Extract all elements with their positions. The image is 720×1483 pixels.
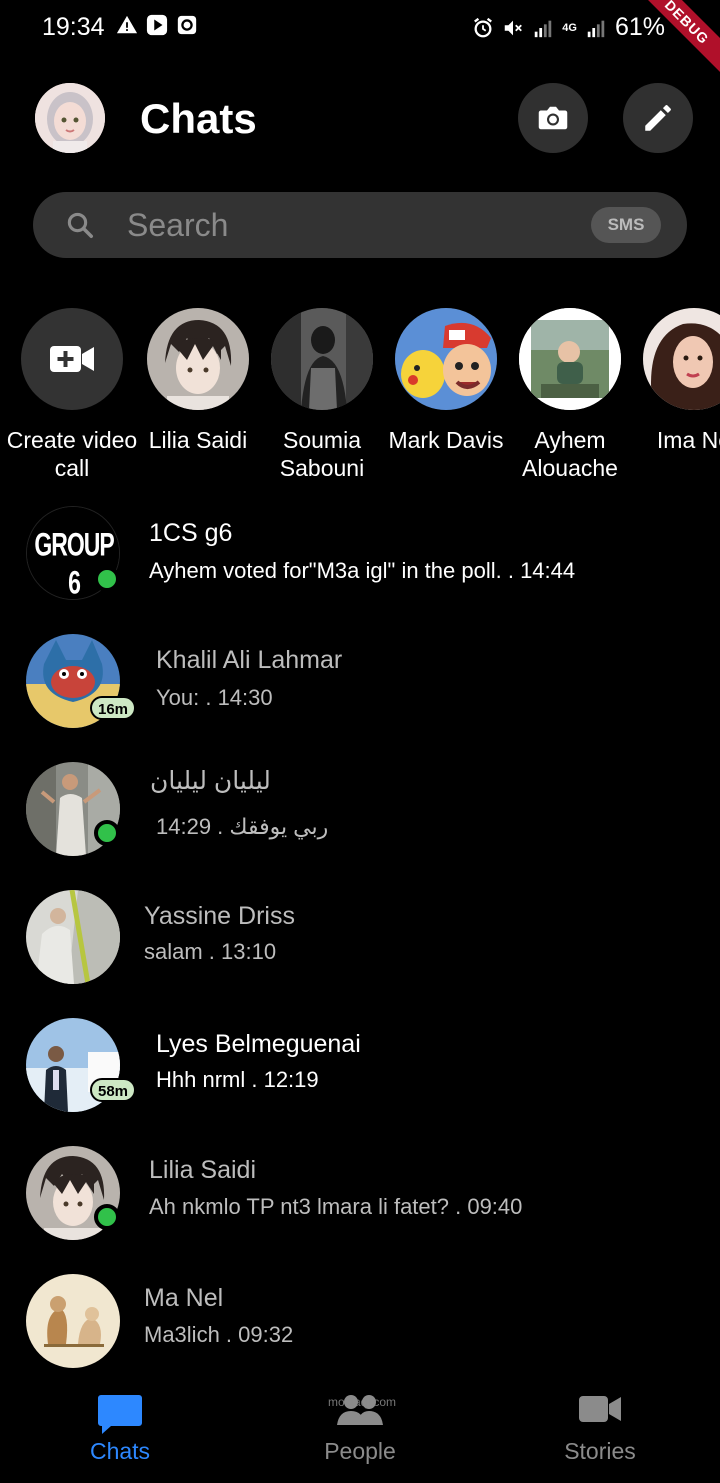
chat-name: Ma Nel [144, 1284, 224, 1312]
video-plus-icon [50, 346, 94, 372]
story-avatar [147, 308, 249, 410]
tab-stories-label: Stories [564, 1438, 636, 1464]
chat-row[interactable]: 58m Lyes Belmeguenai Hhh nrml . 12:19 [0, 1014, 720, 1124]
chat-name: Khalil Ali Lahmar [156, 646, 343, 674]
network-type: 4G [562, 21, 577, 34]
chat-preview: salam . 13:10 [144, 939, 277, 964]
story-label: Create video call [6, 427, 138, 481]
story-soumia-sabouni[interactable]: Soumia Sabouni [252, 308, 392, 482]
story-label: Ayhem Alouache [522, 427, 618, 481]
tab-people-label: People [324, 1438, 396, 1464]
story-mark-davis[interactable]: Mark Davis [376, 308, 516, 454]
photo-avatar [26, 890, 120, 984]
tab-chats-label: Chats [89, 1438, 151, 1464]
story-label: Soumia Sabouni [279, 427, 365, 481]
online-indicator [94, 820, 120, 846]
chat-row[interactable]: Yassine Driss salam . 13:10 [0, 886, 720, 996]
illustration-avatar [26, 1274, 120, 1368]
chat-preview: You: . 14:30 [156, 685, 273, 710]
story-ayhem-alouache[interactable]: Ayhem Alouache [500, 308, 640, 482]
story-avatar [643, 308, 720, 410]
chat-preview: Ah nkmlo TP nt3 lmara li fatet? . 09:40 [149, 1194, 523, 1219]
chat-row[interactable]: GROUP 6 1CS g6 Ayhem voted for"M3a igl" … [0, 502, 720, 612]
story-label: Lilia Saidi [148, 427, 248, 453]
photo-avatar [519, 308, 621, 410]
chat-avatar [26, 890, 120, 984]
chat-preview: Ma3lich . 09:32 [144, 1322, 294, 1347]
chat-name: Lilia Saidi [149, 1156, 257, 1184]
profile-avatar-image [35, 83, 105, 153]
active-time-badge: 58m [90, 1078, 137, 1102]
status-bar: 19:34 4G 61% DEBUG [0, 0, 720, 84]
warning-icon [116, 15, 138, 34]
watermark: mostaql.com [327, 1395, 397, 1409]
chat-preview: Hhh nrml . 12:19 [156, 1067, 319, 1092]
camera-button[interactable] [518, 83, 588, 153]
play-icon [146, 14, 168, 36]
profile-avatar[interactable] [35, 83, 105, 153]
chat-name: Yassine Driss [144, 902, 295, 930]
online-indicator [94, 1204, 120, 1230]
chat-name: Lyes Belmeguenai [156, 1030, 361, 1058]
story-avatar [271, 308, 373, 410]
photo-avatar [271, 308, 373, 410]
chat-name: ليليان ليليان [150, 767, 271, 795]
camera-icon [538, 106, 568, 130]
battery-percent: 61% [614, 13, 665, 41]
story-label: Ima No [656, 427, 720, 453]
page-title: Chats [140, 95, 257, 142]
alarm-icon [474, 17, 493, 37]
pencil-icon [645, 105, 671, 131]
header: Chats [0, 80, 720, 160]
photo-avatar [643, 308, 720, 410]
chat-row[interactable]: Ma Nel Ma3lich . 09:32 [0, 1270, 720, 1380]
chat-row[interactable]: 16m Khalil Ali Lahmar You: . 14:30 [0, 630, 720, 740]
chat-preview: Ayhem voted for"M3a igl" in the poll. . … [149, 558, 576, 583]
cartoon-avatar [395, 308, 497, 410]
active-time-badge: 16m [90, 696, 137, 720]
story-avatar [519, 308, 621, 410]
story-label: Mark Davis [388, 427, 504, 453]
chat-row[interactable]: Lilia Saidi Ah nkmlo TP nt3 lmara li fat… [0, 1142, 720, 1252]
search-input[interactable] [127, 202, 567, 248]
tab-chats[interactable]: Chats [20, 1383, 220, 1483]
signal-icon [535, 20, 552, 37]
app-icon [177, 15, 197, 35]
signal-icon-2 [587, 20, 605, 37]
tab-stories[interactable]: Stories [500, 1383, 700, 1483]
system-icons: 4G 61% [472, 13, 665, 42]
anime-avatar [147, 308, 249, 410]
video-camera-icon [579, 1396, 621, 1422]
mute-icon [505, 20, 523, 35]
status-time: 19:34 [42, 13, 105, 41]
notification-icons [116, 14, 198, 36]
chat-preview: ربي يوفقك . 14:29 [156, 814, 329, 839]
chat-row[interactable]: ليليان ليليان ربي يوفقك . 14:29 [0, 758, 720, 868]
search-icon [67, 212, 93, 238]
compose-button[interactable] [623, 83, 693, 153]
search-bar[interactable]: SMS [33, 192, 687, 258]
online-indicator [94, 566, 120, 592]
story-avatar [395, 308, 497, 410]
chat-bubble-icon [98, 1395, 142, 1434]
story-lilia-saidi[interactable]: Lilia Saidi [128, 308, 268, 454]
video-call-circle [21, 308, 123, 410]
chat-avatar [26, 1274, 120, 1368]
stories-row: Create video call Lilia Saidi Soumia Sab… [0, 308, 720, 498]
story-ima-no[interactable]: Ima No [624, 308, 720, 454]
sms-badge[interactable]: SMS [591, 207, 661, 243]
create-video-call[interactable]: Create video call [2, 308, 142, 482]
chat-name: 1CS g6 [149, 519, 233, 547]
